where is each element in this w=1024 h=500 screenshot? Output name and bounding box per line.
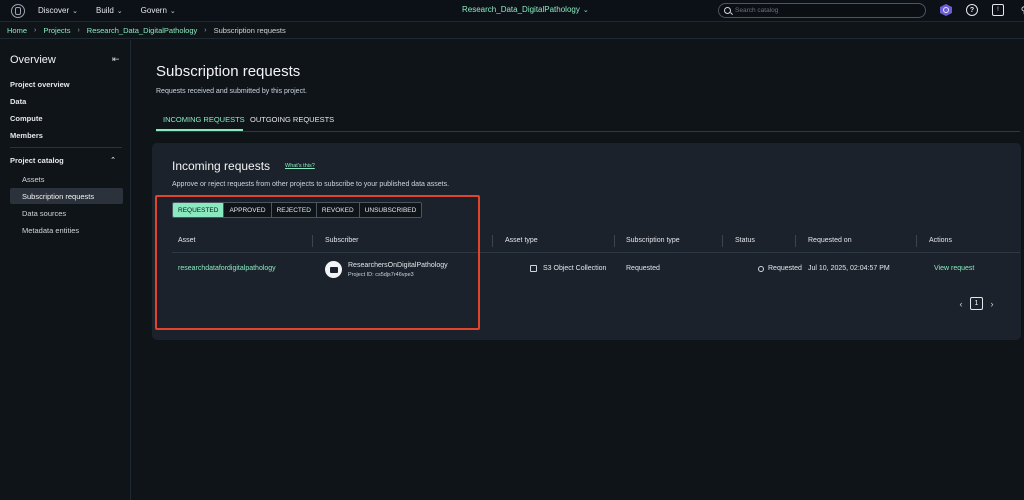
breadcrumb-home[interactable]: Home	[7, 26, 27, 35]
chevron-down-icon: ⌄	[169, 7, 176, 15]
top-navigation: Discover ⌄ Build ⌄ Govern ⌄ Research_Data_D…	[0, 0, 1024, 22]
sidebar-item-members[interactable]: Members	[10, 131, 43, 140]
sidebar-item-compute[interactable]: Compute	[10, 114, 43, 123]
column-asset-type: Asset type	[505, 237, 538, 244]
next-page-icon[interactable]: ›	[987, 299, 997, 309]
column-divider	[492, 235, 493, 247]
subscriber-project-icon	[325, 261, 342, 278]
page-title: Subscription requests	[156, 63, 301, 80]
collapse-sidebar-icon[interactable]: ⇤	[112, 54, 120, 65]
status-filter-group: REQUESTED APPROVED REJECTED REVOKED UNSU…	[172, 202, 423, 218]
feedback-icon[interactable]: !	[992, 4, 1004, 16]
column-divider	[916, 235, 917, 247]
table-row: researchdatafordigitalpathology Research…	[172, 253, 1020, 285]
user-profile-icon[interactable]: ⚲	[1018, 4, 1024, 16]
chevron-right-icon: ›	[77, 26, 80, 34]
pagination: ‹ 1 ›	[956, 297, 997, 310]
top-icons: ? ! ⚲	[940, 4, 1024, 16]
column-divider	[795, 235, 796, 247]
filter-revoked[interactable]: REVOKED	[316, 203, 360, 217]
s3-collection-icon	[530, 265, 537, 272]
asset-type: S3 Object Collection	[543, 265, 607, 272]
column-subscriber: Subscriber	[325, 237, 359, 244]
table-header: Asset Subscriber Asset type Subscription…	[172, 231, 1020, 253]
app-logo-icon[interactable]	[11, 3, 25, 18]
nav-build[interactable]: Build ⌄	[96, 6, 123, 15]
sidebar-item-data-sources[interactable]: Data sources	[10, 205, 123, 221]
nav-govern[interactable]: Govern ⌄	[141, 6, 176, 15]
column-divider	[722, 235, 723, 247]
page-description: Requests received and submitted by this …	[156, 88, 307, 95]
panel-description: Approve or reject requests from other pr…	[172, 181, 450, 188]
nav-discover[interactable]: Discover ⌄	[38, 6, 78, 15]
breadcrumb-projects[interactable]: Projects	[43, 26, 70, 35]
previous-page-icon[interactable]: ‹	[956, 299, 966, 309]
page-number[interactable]: 1	[970, 297, 983, 310]
chevron-down-icon: ⌄	[72, 7, 78, 15]
sidebar-section-project-catalog[interactable]: Project catalog ⌃	[10, 156, 122, 165]
column-actions: Actions	[929, 237, 952, 244]
column-asset: Asset	[178, 237, 196, 244]
filter-requested[interactable]: REQUESTED	[173, 203, 225, 217]
tab-incoming-requests[interactable]: INCOMING REQUESTS	[163, 115, 245, 124]
tabs: INCOMING REQUESTS OUTGOING REQUESTS	[156, 108, 1020, 132]
whats-this-link[interactable]: What's this?	[285, 163, 315, 169]
search-input[interactable]	[735, 7, 915, 14]
sidebar-title: Overview	[10, 54, 56, 66]
filter-rejected[interactable]: REJECTED	[271, 203, 317, 217]
sidebar-item-subscription-requests[interactable]: Subscription requests	[10, 188, 123, 204]
sidebar-divider	[10, 147, 122, 148]
amazon-q-icon[interactable]	[940, 4, 952, 16]
pending-status-icon	[758, 266, 764, 272]
subscriber-project-id: Project ID: cs5djs7r46vpe3	[348, 272, 414, 278]
sidebar-item-data[interactable]: Data	[10, 97, 26, 106]
nav-menu: Discover ⌄ Build ⌄ Govern ⌄	[38, 6, 194, 15]
chevron-down-icon: ⌄	[116, 7, 123, 15]
breadcrumb: Home › Projects › Research_Data_DigitalP…	[0, 22, 1024, 39]
column-subscription-type: Subscription type	[626, 237, 680, 244]
chevron-up-icon: ⌃	[110, 157, 116, 164]
filter-approved[interactable]: APPROVED	[224, 203, 272, 217]
asset-link[interactable]: researchdatafordigitalpathology	[178, 265, 276, 272]
sidebar-item-project-overview[interactable]: Project overview	[10, 80, 70, 89]
sidebar-item-assets[interactable]: Assets	[10, 171, 123, 187]
status-text: Requested	[768, 265, 802, 272]
help-icon[interactable]: ?	[966, 4, 978, 16]
chevron-right-icon: ›	[204, 26, 207, 34]
chevron-right-icon: ›	[34, 26, 37, 34]
column-divider	[312, 235, 313, 247]
incoming-requests-panel: Incoming requests What's this? Approve o…	[152, 143, 1021, 340]
sidebar-item-metadata-entities[interactable]: Metadata entities	[10, 222, 123, 238]
breadcrumb-current: Subscription requests	[213, 25, 286, 35]
column-status: Status	[735, 237, 755, 244]
breadcrumb-project[interactable]: Research_Data_DigitalPathology	[87, 26, 197, 35]
subscriber-name: ResearchersOnDigitalPathology	[348, 262, 448, 269]
search-icon	[724, 7, 731, 14]
tab-outgoing-requests[interactable]: OUTGOING REQUESTS	[250, 115, 334, 124]
view-request-link[interactable]: View request	[934, 265, 974, 272]
column-divider	[614, 235, 615, 247]
sidebar: Overview ⇤ Project overview Data Compute…	[0, 40, 131, 500]
filter-unsubscribed[interactable]: UNSUBSCRIBED	[359, 203, 422, 217]
panel-title: Incoming requests	[172, 159, 271, 173]
chevron-down-icon: ⌄	[582, 6, 589, 14]
subscription-type: Requested	[626, 265, 660, 272]
requested-on: Jul 10, 2025, 02:04:57 PM	[808, 265, 890, 272]
column-requested-on: Requested on	[808, 237, 852, 244]
active-tab-indicator	[156, 129, 243, 131]
project-switcher[interactable]: Research_Data_DigitalPathology ⌄	[462, 5, 589, 14]
search-box[interactable]	[718, 3, 926, 18]
